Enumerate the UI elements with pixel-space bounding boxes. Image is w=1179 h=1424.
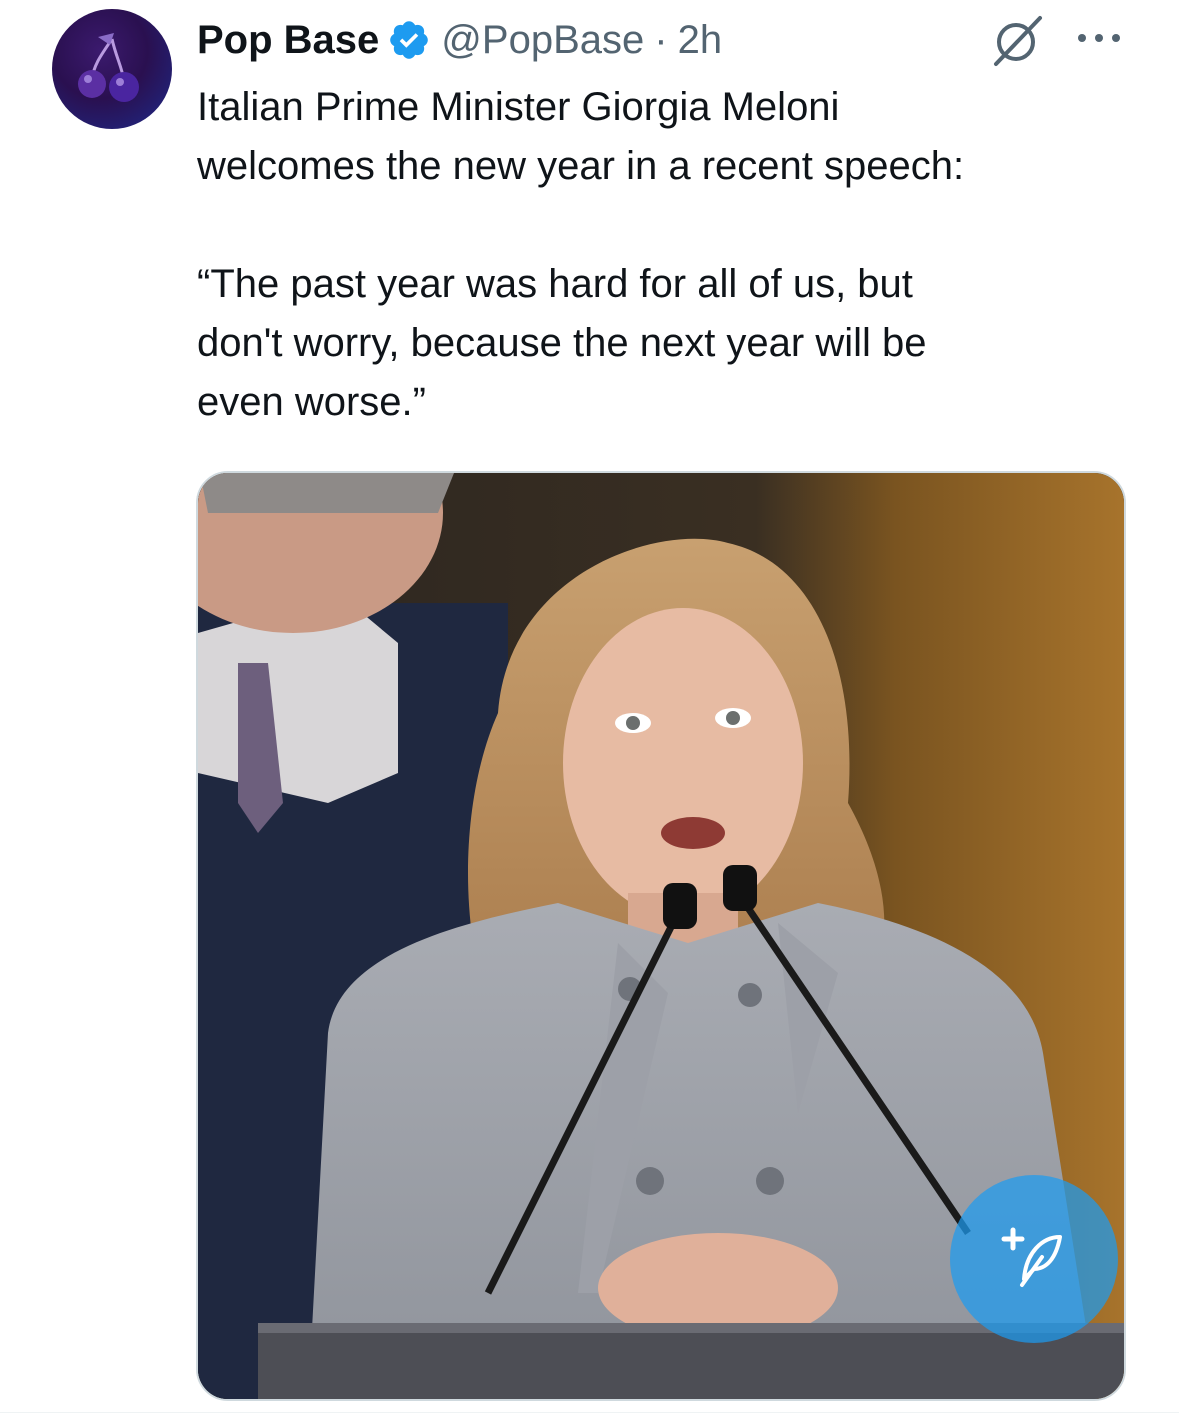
post-time[interactable]: 2h: [678, 18, 723, 63]
author-name[interactable]: Pop Base: [197, 18, 379, 63]
grok-icon[interactable]: [990, 12, 1046, 68]
divider: [0, 1412, 1179, 1413]
avatar[interactable]: [52, 9, 172, 129]
tweet-text: Italian Prime Minister Giorgia Meloni we…: [197, 85, 965, 424]
tweet-header: Pop Base @PopBase · 2h: [197, 12, 722, 68]
separator-dot: ·: [654, 17, 668, 62]
verified-badge-icon: [387, 18, 431, 62]
more-icon[interactable]: [1074, 28, 1124, 48]
compose-post-icon: [1001, 1227, 1062, 1287]
author-handle[interactable]: @PopBase: [441, 18, 644, 63]
cherry-logo-icon: [78, 33, 139, 102]
compose-post-button[interactable]: [950, 1175, 1118, 1343]
